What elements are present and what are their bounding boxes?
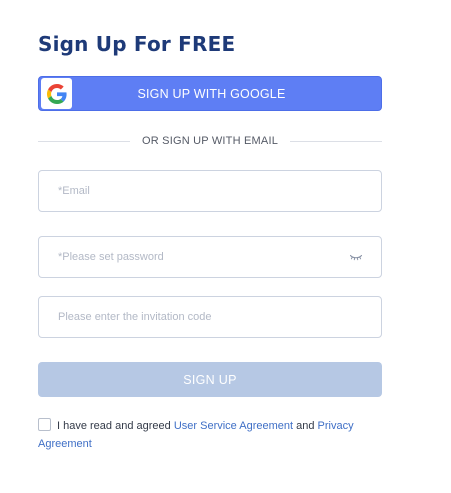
divider-line-right bbox=[290, 140, 383, 142]
invitation-code-field[interactable] bbox=[39, 297, 381, 337]
email-field-wrapper bbox=[38, 170, 382, 212]
google-signup-label: SIGN UP WITH GOOGLE bbox=[137, 86, 286, 101]
user-service-agreement-link[interactable]: User Service Agreement bbox=[174, 420, 293, 432]
signup-button[interactable]: SIGN UP bbox=[38, 362, 382, 397]
or-divider: OR SIGN UP WITH EMAIL bbox=[38, 134, 383, 148]
agreement-row: I have read and agreed User Service Agre… bbox=[38, 417, 368, 453]
google-icon-container bbox=[41, 78, 72, 109]
password-field[interactable] bbox=[39, 237, 381, 277]
password-field-wrapper bbox=[38, 236, 382, 278]
agreement-conjunction: and bbox=[296, 420, 315, 432]
agreement-prefix: I have read and agreed bbox=[57, 420, 171, 432]
google-g-icon bbox=[46, 83, 67, 104]
divider-text: OR SIGN UP WITH EMAIL bbox=[142, 135, 279, 147]
page-title: Sign Up For FREE bbox=[38, 32, 236, 56]
divider-line-left bbox=[38, 140, 130, 142]
eye-closed-icon[interactable] bbox=[349, 251, 363, 263]
invitation-code-field-wrapper bbox=[38, 296, 382, 338]
google-signup-button[interactable]: SIGN UP WITH GOOGLE bbox=[38, 76, 382, 111]
email-field[interactable] bbox=[39, 171, 381, 211]
agreement-checkbox[interactable] bbox=[38, 418, 51, 431]
